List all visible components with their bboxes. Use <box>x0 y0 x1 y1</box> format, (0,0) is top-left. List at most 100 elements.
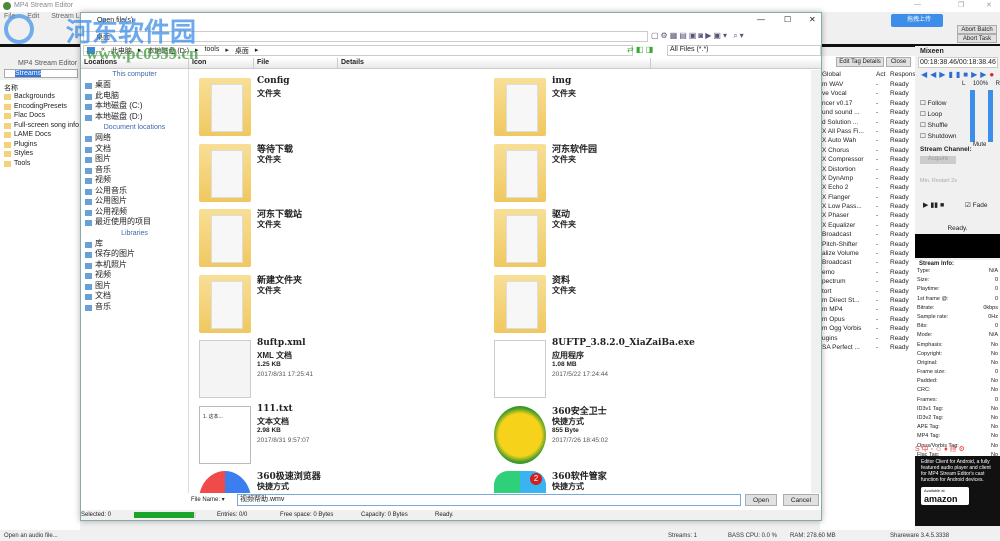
follow-checkbox[interactable]: ☐ Follow <box>920 98 957 109</box>
list-row[interactable]: emo - Ready <box>822 268 909 277</box>
file-item[interactable]: Config 文件夹 <box>191 76 481 140</box>
list-row[interactable]: X Chorus - Ready <box>822 146 909 155</box>
shutdown-checkbox[interactable]: ☐ Shutdown <box>920 131 957 142</box>
shuffle-checkbox[interactable]: ☐ Shuffle <box>920 120 957 131</box>
list-row[interactable]: Pitch-Shifter - Ready <box>822 240 909 249</box>
search-input[interactable]: Streams <box>4 69 78 78</box>
tree-item[interactable]: Plugins <box>0 140 80 150</box>
list-row[interactable]: pectrum - Ready <box>822 277 909 286</box>
crumb-desktop[interactable]: 桌面 <box>235 46 249 55</box>
file-item[interactable]: 新建文件夹 文件夹 <box>191 273 481 337</box>
file-item[interactable]: img 文件夹 <box>486 76 776 140</box>
location-item[interactable]: 图片 <box>81 154 188 165</box>
volume-slider-left[interactable] <box>970 90 975 142</box>
file-name-input[interactable]: 视频帮助.wmv <box>237 494 741 506</box>
location-item[interactable]: 公用音乐 <box>81 186 188 197</box>
list-row[interactable]: tort - Ready <box>822 287 909 296</box>
file-item[interactable]: 8uftp.xml XML 文档 1.25 KB 2017/8/31 17:25:41 <box>191 338 481 402</box>
file-item[interactable]: 河东下载站 文件夹 <box>191 207 481 271</box>
transport-controls[interactable]: ◀◀▶▮▮■▶▶● <box>921 70 997 79</box>
cancel-button[interactable]: Cancel <box>783 494 819 506</box>
list-row[interactable]: X Phaser - Ready <box>822 211 909 220</box>
maximize-button[interactable]: ❐ <box>958 1 964 9</box>
nav-buttons[interactable]: ⇄ ◧ ◨ <box>627 45 653 54</box>
list-row[interactable]: ncer v0.17 - Ready <box>822 99 909 108</box>
file-filter-select[interactable]: All Files (*.*) <box>667 45 821 56</box>
location-item[interactable]: 网络 <box>81 133 188 144</box>
location-item[interactable]: 文档 <box>81 291 188 302</box>
location-item[interactable]: 本机照片 <box>81 260 188 271</box>
location-item[interactable]: 公用图片 <box>81 196 188 207</box>
section-header[interactable]: This computer <box>81 69 188 80</box>
location-item[interactable]: 音乐 <box>81 165 188 176</box>
list-row[interactable]: SA Perfect ... - Ready <box>822 343 909 352</box>
vertical-scrollbar[interactable] <box>811 70 821 493</box>
section-header[interactable]: Document locations <box>81 122 188 133</box>
list-row[interactable]: X DynAmp - Ready <box>822 174 909 183</box>
file-item[interactable]: 等待下载 文件夹 <box>191 142 481 206</box>
volume-slider-right[interactable] <box>988 90 993 142</box>
open-button[interactable]: Open <box>745 494 777 506</box>
list-row[interactable]: X Flanger - Ready <box>822 193 909 202</box>
list-row[interactable]: m MP4 - Ready <box>822 305 909 314</box>
location-item[interactable]: 视频 <box>81 270 188 281</box>
list-row[interactable]: X Auto Wah - Ready <box>822 136 909 145</box>
tab-stream-editor[interactable]: MP4 Stream Editor <box>18 60 77 67</box>
file-item[interactable]: 河东软件园 文件夹 <box>486 142 776 206</box>
section-header[interactable]: Libraries <box>81 228 188 239</box>
list-row[interactable]: X Echo 2 - Ready <box>822 183 909 192</box>
acquire-button[interactable]: Acquire <box>920 156 956 164</box>
edit-tag-button[interactable]: Edit Tag Details <box>836 57 884 67</box>
list-row[interactable]: X Low Pass... - Ready <box>822 202 909 211</box>
crumb-tools[interactable]: tools <box>205 46 220 55</box>
list-row[interactable]: X Distortion - Ready <box>822 165 909 174</box>
location-item[interactable]: 本地磁盘 (D:) <box>81 112 188 123</box>
list-row[interactable]: X Equalizer - Ready <box>822 221 909 230</box>
location-item[interactable]: 桌面 <box>81 80 188 91</box>
tree-item[interactable]: Full-screen song info p <box>0 121 85 131</box>
tree-item[interactable]: Flac Docs <box>0 111 80 121</box>
minimize-button[interactable]: — <box>914 1 921 8</box>
list-row[interactable]: ugins - Ready <box>822 334 909 343</box>
tree-item[interactable]: EncodingPresets <box>0 102 80 112</box>
dialog-close[interactable]: ✕ <box>809 15 816 24</box>
file-item[interactable]: 资料 文件夹 <box>486 273 776 337</box>
file-item[interactable]: 1. 这本... 111.txt 文本文档 2.98 KB 2017/8/31 9:57… <box>191 404 481 468</box>
list-row[interactable]: d Solution ... - Ready <box>822 118 909 127</box>
location-item[interactable]: 库 <box>81 239 188 250</box>
list-row[interactable]: und sound ... - Ready <box>822 108 909 117</box>
upload-button[interactable]: 拖拽上传 <box>891 14 943 27</box>
col-details[interactable]: Details <box>338 58 651 68</box>
dialog-minimize[interactable]: — <box>757 15 765 24</box>
file-item[interactable]: 360极速浏览器 快捷方式 <box>191 469 481 493</box>
list-row[interactable]: alize Volume - Ready <box>822 249 909 258</box>
file-item[interactable]: 360安全卫士 快捷方式 855 Byte 2017/7/26 18:45:02 <box>486 404 776 468</box>
abort-task-button[interactable]: Abort Task <box>957 34 997 43</box>
location-item[interactable]: 图片 <box>81 281 188 292</box>
ime-toolbar[interactable]: S 中 ◦ ☺ ♦ ▦ ⚙ <box>915 444 1000 454</box>
location-item[interactable]: 保存的图片 <box>81 249 188 260</box>
location-item[interactable]: 视频 <box>81 175 188 186</box>
dialog-toolbar[interactable]: ▢⚙▦▤▣◙▶▣▾ ⌕▾ <box>651 31 746 41</box>
file-item[interactable]: 2 360软件管家 快捷方式 <box>486 469 776 493</box>
location-item[interactable]: 公用视频 <box>81 207 188 218</box>
list-row[interactable]: m Direct St... - Ready <box>822 296 909 305</box>
close-list-button[interactable]: Close <box>886 57 911 67</box>
dialog-maximize[interactable]: ☐ <box>784 15 791 24</box>
location-item[interactable]: 文档 <box>81 144 188 155</box>
list-row[interactable]: m Opus - Ready <box>822 315 909 324</box>
list-row[interactable]: m WAV - Ready <box>822 80 909 89</box>
list-row[interactable]: X Compressor - Ready <box>822 155 909 164</box>
location-item[interactable]: 本地磁盘 (C:) <box>81 101 188 112</box>
tree-item[interactable]: Backgrounds <box>0 92 80 102</box>
list-row[interactable]: ve Vocal - Ready <box>822 89 909 98</box>
close-button[interactable]: ✕ <box>986 1 992 9</box>
file-item[interactable]: 驱动 文件夹 <box>486 207 776 271</box>
tree-item[interactable]: Styles <box>0 149 80 159</box>
list-row[interactable]: X All Pass Fi... - Ready <box>822 127 909 136</box>
tree-item[interactable]: Tools <box>0 159 80 169</box>
fade-checkbox[interactable]: ☑ Fade <box>965 201 987 209</box>
location-item[interactable]: 最近使用的项目 <box>81 217 188 228</box>
loop-checkbox[interactable]: ☐ Loop <box>920 109 957 120</box>
file-item[interactable]: 8UFTP_3.8.2.0_XiaZaiBa.exe 应用程序 1.08 MB 201… <box>486 338 776 402</box>
